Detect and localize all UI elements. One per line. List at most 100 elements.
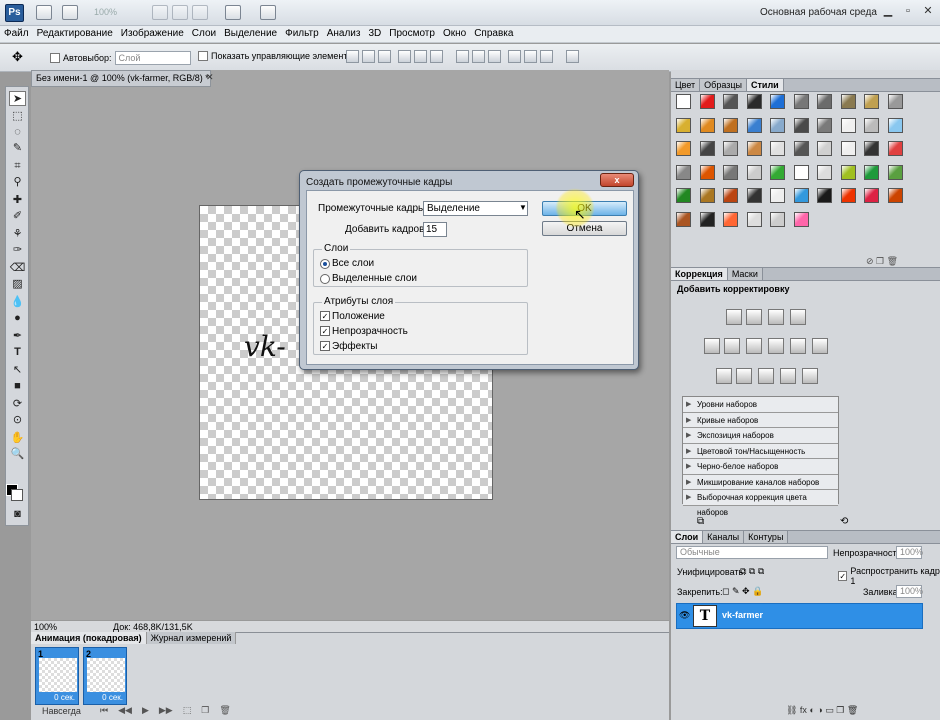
style-swatch[interactable] [699, 141, 715, 156]
threshold-icon[interactable] [758, 368, 774, 384]
show-transform-controls-checkbox[interactable] [198, 51, 208, 61]
history-brush-tool-icon[interactable]: ✑ [9, 243, 26, 258]
style-swatch[interactable] [676, 117, 691, 133]
view-extras-icon[interactable] [62, 5, 78, 20]
layer-name[interactable]: vk-farmer [722, 610, 763, 620]
minimize-icon[interactable]: ▁ [880, 4, 896, 19]
style-swatch[interactable] [746, 117, 762, 133]
style-swatch[interactable] [676, 188, 691, 203]
style-swatch[interactable] [699, 188, 715, 203]
style-swatch[interactable] [723, 141, 738, 156]
preset-item[interactable]: Черно-белое наборов [683, 459, 838, 475]
style-swatch[interactable] [887, 188, 903, 203]
menu-layers[interactable]: Слои [188, 26, 220, 42]
tab-swatches[interactable]: Образцы [700, 79, 747, 91]
align-vcenter-icon[interactable] [362, 50, 375, 63]
animation-frame-1[interactable]: 1 0 сек. [35, 647, 79, 705]
exposure-icon[interactable] [790, 309, 806, 325]
dodge-tool-icon[interactable]: ● [9, 311, 26, 326]
align-right-icon[interactable] [430, 50, 443, 63]
menu-image[interactable]: Изображение [117, 26, 188, 42]
workspace-switcher[interactable]: Основная рабочая среда [760, 7, 877, 18]
style-swatch[interactable] [770, 164, 785, 180]
style-swatch[interactable] [864, 117, 879, 133]
layers-footer-icons[interactable]: ⛓ fx ◐ ◑ ▭ ❐ 🗑 [786, 705, 858, 716]
blend-mode-select[interactable]: Обычные [676, 546, 828, 559]
style-swatch[interactable] [793, 164, 809, 180]
align-hcenter-icon[interactable] [414, 50, 427, 63]
next-frame-icon[interactable]: ▶▶ [159, 705, 173, 716]
color-balance-icon[interactable] [746, 338, 762, 354]
tween-with-select[interactable]: Выделение [423, 201, 528, 216]
close-document-icon[interactable]: ✕ [206, 72, 214, 83]
style-swatch[interactable] [864, 94, 879, 109]
style-swatch[interactable] [676, 141, 691, 156]
curves-icon[interactable] [768, 309, 784, 325]
distribute-top-icon[interactable] [456, 50, 469, 63]
style-swatch[interactable] [817, 141, 832, 156]
preset-item[interactable]: Выборочная коррекция цвета наборов [683, 490, 838, 517]
zoom-icon[interactable] [172, 5, 188, 20]
eraser-tool-icon[interactable]: ⌫ [9, 261, 26, 276]
tab-color[interactable]: Цвет [671, 79, 701, 91]
zoom-tool-icon[interactable]: 🔍 [9, 447, 26, 462]
menu-window[interactable]: Окно [439, 26, 470, 42]
style-swatch[interactable] [817, 164, 832, 180]
align-top-icon[interactable] [346, 50, 359, 63]
gradient-tool-icon[interactable]: ▨ [9, 277, 26, 292]
distribute-bottom-icon[interactable] [488, 50, 501, 63]
adjust-clip-icon[interactable]: ⧉ [697, 516, 704, 527]
tab-styles[interactable]: Стили [747, 79, 784, 91]
brightness-icon[interactable] [726, 309, 742, 325]
hue-saturation-icon[interactable] [724, 338, 740, 354]
distribute-vcenter-icon[interactable] [472, 50, 485, 63]
style-swatch[interactable] [817, 94, 832, 109]
style-swatch[interactable] [770, 94, 785, 109]
black-white-icon[interactable] [768, 338, 784, 354]
frames-to-add-input[interactable]: 15 [423, 222, 447, 237]
style-swatch[interactable] [887, 117, 903, 133]
preset-item[interactable]: Микширование каналов наборов [683, 474, 838, 490]
type-tool-icon[interactable]: T [9, 345, 26, 360]
path-select-tool-icon[interactable]: ↖ [9, 363, 26, 378]
tab-channels[interactable]: Каналы [703, 531, 745, 543]
hand-tool-icon[interactable]: ✋ [9, 431, 26, 446]
brush-tool-icon[interactable]: ✐ [9, 209, 26, 224]
levels-icon[interactable] [746, 309, 762, 325]
style-swatch[interactable] [840, 117, 856, 133]
style-swatch[interactable] [887, 164, 903, 180]
style-swatch[interactable] [793, 94, 809, 109]
style-swatch[interactable] [770, 188, 785, 203]
menu-3d[interactable]: 3D [364, 26, 385, 42]
menu-analysis[interactable]: Анализ [323, 26, 365, 42]
vibrance-icon[interactable] [704, 338, 720, 354]
autoselect-checkbox[interactable] [50, 53, 60, 63]
style-swatch[interactable] [887, 141, 903, 156]
menu-help[interactable]: Справка [470, 26, 517, 42]
distribute-left-icon[interactable] [508, 50, 521, 63]
all-layers-radio[interactable] [320, 259, 330, 269]
style-swatch[interactable] [793, 188, 809, 203]
propagate-frame-checkbox[interactable]: ✓ Распространить кадр 1 [838, 566, 940, 586]
opacity-checkbox[interactable]: ✓ [320, 326, 330, 336]
unify-icons[interactable]: ⧉ ⧉ ⧉ [740, 566, 764, 577]
style-swatch[interactable] [699, 211, 715, 227]
frame-delay[interactable]: 0 сек. [102, 693, 123, 702]
preset-item[interactable]: Уровни наборов [683, 397, 838, 413]
tween-icon[interactable]: ⬚ [183, 705, 192, 716]
style-swatch[interactable] [699, 94, 715, 109]
animation-frame-2[interactable]: 2 0 сек. [83, 647, 127, 705]
tab-layers[interactable]: Слои [671, 531, 704, 543]
style-swatch[interactable] [864, 164, 879, 180]
pen-tool-icon[interactable]: ✒ [9, 329, 26, 344]
style-swatch[interactable] [723, 117, 738, 133]
shape-tool-icon[interactable]: ■ [9, 379, 26, 394]
style-swatch[interactable] [676, 164, 691, 180]
distribute-right-icon[interactable] [540, 50, 553, 63]
play-icon[interactable]: ▶ [142, 705, 149, 716]
prev-frame-icon[interactable]: ◀◀ [118, 705, 132, 716]
menu-view[interactable]: Просмотр [385, 26, 439, 42]
delete-frame-icon[interactable]: 🗑 [219, 705, 230, 716]
posterize-icon[interactable] [736, 368, 752, 384]
clone-stamp-tool-icon[interactable]: ⚘ [9, 227, 26, 242]
